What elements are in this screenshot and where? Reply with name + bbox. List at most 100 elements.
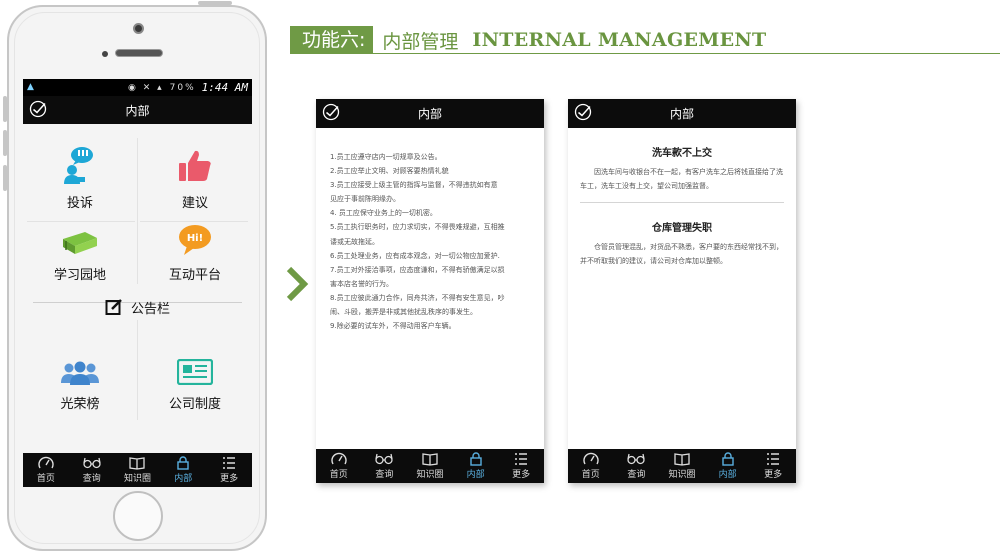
rule-line: 7.员工对外接洽事项，应态度谦和，不得有骄傲满足以损 [330,265,505,274]
notification-icon: ▲ [27,82,34,92]
tab-knowledge[interactable]: 知识圈 [115,453,161,487]
page-title: 内部 [125,103,150,118]
sensor-dot [102,51,108,57]
title-bar: 内部 [23,96,252,124]
tab-query[interactable]: 查询 [69,453,115,487]
tab-home[interactable]: 首页 [568,449,614,483]
tab-internal[interactable]: 内部 [705,449,751,483]
mute-switch[interactable] [3,165,7,191]
book-open-icon [422,453,438,466]
complaint-button[interactable]: 投诉 [23,139,137,219]
rule-line: 8.员工应彼此通力合作，同舟共济，不得有安生意见，吵 [330,293,505,302]
learning-button[interactable]: 学习园地 [23,211,137,291]
notice-body: 因洗车间与收银台不在一起，有客户洗车之后将钱直接给了洗车工，洗车工没有上交，望公… [580,168,783,190]
company-rules-button[interactable]: 公司制度 [138,340,252,420]
bottom-tab-bar: 首页 查询 知识圈 内部 更多 [568,449,796,483]
rule-line: 害本店名誉的行为。 [330,279,393,288]
suggestion-button[interactable]: 建议 [138,139,252,219]
page-title: 内部 [417,107,442,121]
tab-home[interactable]: 首页 [23,453,69,487]
power-button[interactable] [198,1,232,5]
list-icon [515,453,528,465]
rule-line: 2.员工应举止文明、对顾客要热情礼貌 [330,167,449,176]
tab-internal[interactable]: 内部 [160,453,206,487]
notice-screen: 内部 洗车款不上交 因洗车间与收银台不在一起，有客户洗车之后将钱直接给了洗车工，… [568,99,796,483]
rules-list: 1.员工应遵守店内一切规章及公告。 2.员工应举止文明、对顾客要热情礼貌 3.员… [316,128,544,333]
feature-number-tag: 功能六: [290,26,374,54]
notice-body: 仓管员管理混乱，对货品不熟悉，客户要的东西经常找不到，并不听取我们的建议，请公司… [580,243,783,265]
volume-button[interactable] [3,96,7,122]
bottom-tab-bar: 首页 查询 知识圈 内部 更多 [316,449,544,483]
volume-button[interactable] [3,130,7,156]
chat-bubble-icon: Hi! [179,225,211,255]
rule-line: 诿或无故拖延。 [330,237,379,246]
feature-title-english: INTERNAL MANAGEMENT [472,29,767,51]
notice-board-label: 公告栏 [130,301,170,317]
lock-icon [177,456,189,470]
title-bar: 内部 [568,99,796,128]
glasses-icon [83,457,101,469]
notice-list: 洗车款不上交 因洗车间与收银台不在一起，有客户洗车之后将钱直接给了洗车工，洗车工… [568,144,796,268]
function-grid: 投诉 建议 学习园地 Hi! 互动平台 公告栏 光荣榜 公司制度 [23,124,252,456]
notice-title[interactable]: 洗车款不上交 [580,144,784,159]
complaint-icon [64,147,93,184]
page-title: 内部 [669,107,694,121]
edit-icon [105,299,122,315]
camera-icon [133,23,144,34]
rule-line: 1.员工应遵守店内一切规章及公告。 [330,153,442,161]
glasses-icon [627,453,646,465]
interaction-label: 互动平台 [168,268,221,283]
thumbs-up-icon [179,150,211,181]
glasses-icon [375,453,394,465]
speedometer-icon [38,456,54,469]
rule-line: 见应于事前陈明缘办。 [330,195,400,204]
interaction-button[interactable]: Hi! 互动平台 [138,211,252,291]
tab-home[interactable]: 首页 [316,449,362,483]
lock-icon [469,452,482,466]
company-rules-label: 公司制度 [168,397,221,412]
honor-roll-label: 光荣榜 [60,397,100,412]
book-open-icon [674,453,690,466]
list-icon [223,457,236,469]
signal-icons: ◉ ✕ ▴ [127,82,164,93]
title-bar: 内部 [316,99,544,128]
bottom-tab-bar: 首页 查询 知识圈 内部 更多 [23,453,252,487]
honor-roll-button[interactable]: 光荣榜 [23,340,137,420]
battery-level: 70% [169,82,196,93]
chevron-right-icon [286,266,309,302]
svg-text:Hi!: Hi! [187,233,203,244]
home-button[interactable] [113,491,163,541]
rule-line: 9.除必要的试车外，不得动用客户车辆。 [330,322,456,331]
group-icon [61,361,99,385]
rule-line: 6.员工处理业务，应有成本观念，对一切公物应加爱护. [330,251,500,260]
notice-title[interactable]: 仓库管理失职 [580,219,784,234]
speedometer-icon [583,452,599,465]
speaker-grille [115,49,163,57]
tab-internal[interactable]: 内部 [453,449,499,483]
learning-label: 学习园地 [53,268,106,283]
notice-board-button[interactable]: 公告栏 [23,288,252,326]
check-circle-icon[interactable] [322,103,340,121]
tab-more[interactable]: 更多 [206,453,252,487]
tab-knowledge[interactable]: 知识圈 [407,449,453,483]
rule-line: 5.员工执行职务时，应力求切实，不得畏难规避，互相推 [330,223,505,232]
check-circle-icon[interactable] [574,103,592,121]
list-icon [767,453,780,465]
rule-line: 3.员工应接受上级主管的指挥与监督，不得违抗如有意 [330,181,498,190]
notice-divider [580,202,784,203]
tab-more[interactable]: 更多 [498,449,544,483]
tab-query[interactable]: 查询 [614,449,660,483]
suggestion-label: 建议 [181,196,208,211]
speedometer-icon [331,452,347,465]
rule-line: 4. 员工应保守业务上的一切机密。 [330,209,437,218]
clock: 1:44 AM [201,81,248,94]
newspaper-icon [177,359,213,385]
book-open-icon [129,457,146,470]
tab-query[interactable]: 查询 [362,449,408,483]
rule-line: 闹、斗殴，搬弄是非或其他扰乱秩序的事发生。 [330,308,477,317]
complaint-label: 投诉 [66,196,93,211]
section-header: 功能六: 内部管理 INTERNAL MANAGEMENT [290,26,766,54]
check-circle-icon[interactable] [29,100,47,118]
tab-more[interactable]: 更多 [750,449,796,483]
tab-knowledge[interactable]: 知识圈 [659,449,705,483]
